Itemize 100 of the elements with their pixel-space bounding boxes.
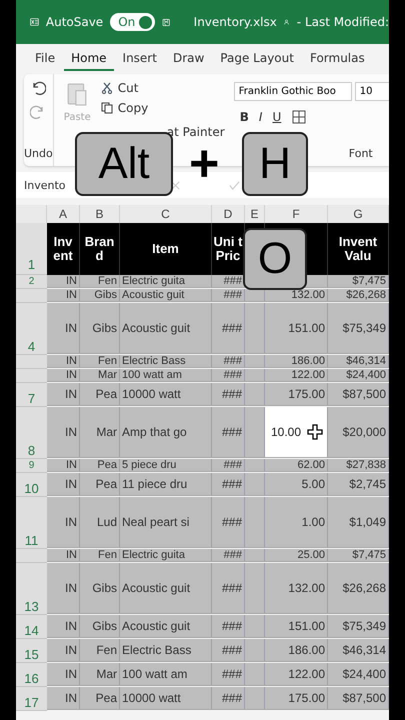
table-cell: $46,314: [342, 643, 386, 657]
table-cell: IN: [65, 667, 77, 681]
table-cell: 25.00: [297, 549, 325, 561]
table-cell: $75,349: [342, 619, 386, 633]
table-cell: 186.00: [288, 643, 325, 657]
column-header[interactable]: E: [245, 205, 265, 223]
table-cell: Electric Bass: [122, 643, 192, 657]
font-style-button[interactable]: I: [258, 110, 262, 124]
table-cell: 5.00: [302, 477, 325, 491]
row-number[interactable]: 1: [16, 223, 47, 275]
table-cell: Mar: [96, 667, 117, 681]
header-cell: Item: [120, 223, 212, 275]
name-box[interactable]: Invento: [16, 178, 66, 192]
table-cell: Fen: [96, 643, 117, 657]
column-header[interactable]: A: [47, 205, 80, 223]
table-cell: IN: [65, 425, 77, 439]
plus-sign: +: [189, 138, 220, 190]
table-cell: 62.00: [297, 459, 325, 471]
row-number[interactable]: 13: [16, 563, 47, 615]
table-cell: ###: [222, 477, 242, 491]
table-cell: Mar: [96, 425, 117, 439]
table-cell: 10.00: [271, 425, 302, 439]
table-cell: Pea: [96, 477, 117, 491]
table-cell: IN: [65, 387, 77, 401]
table-cell: ###: [222, 691, 242, 705]
table-cell: ###: [222, 387, 242, 401]
table-cell: Acoustic guit: [122, 619, 190, 633]
row-number[interactable]: 2: [16, 275, 47, 289]
font-name-dropdown[interactable]: Franklin Gothic Boo: [234, 82, 352, 101]
table-cell: Acoustic guit: [122, 321, 190, 335]
row-number[interactable]: 7: [16, 383, 47, 407]
row-number[interactable]: 9: [16, 459, 47, 473]
table-cell: ###: [222, 425, 242, 439]
table-cell: Gibs: [92, 619, 117, 633]
ribbon-tab[interactable]: File: [28, 47, 62, 71]
header-cell: Bran d: [80, 223, 120, 275]
table-cell: $27,838: [346, 459, 386, 471]
column-header[interactable]: C: [120, 205, 212, 223]
row-number[interactable]: 16: [16, 663, 47, 687]
row-number[interactable]: 14: [16, 615, 47, 639]
table-cell: Electric guita: [122, 275, 185, 287]
table-cell: Electric guita: [122, 549, 185, 561]
cut-button[interactable]: Cut: [100, 80, 225, 96]
copy-icon: [100, 102, 113, 114]
borders-icon[interactable]: [291, 109, 308, 125]
table-cell: Acoustic guit: [122, 581, 190, 595]
table-cell: ###: [222, 581, 242, 595]
autosave-toggle[interactable]: On: [110, 13, 156, 31]
scissors-icon: [100, 82, 113, 94]
column-header[interactable]: B: [80, 205, 120, 223]
table-cell: ###: [222, 643, 242, 657]
row-number[interactable]: 15: [16, 639, 47, 663]
table-cell: $87,500: [342, 691, 386, 705]
table-cell: $7,475: [352, 549, 386, 561]
font-size-dropdown[interactable]: 10: [354, 82, 389, 101]
key-cap: H: [242, 132, 308, 196]
table-cell: Acoustic guit: [122, 289, 184, 301]
table-cell: Fen: [98, 275, 117, 287]
font-style-button[interactable]: U: [272, 110, 282, 124]
table-cell: ###: [224, 289, 242, 301]
table-cell: 5 piece dru: [122, 459, 176, 471]
table-cell: $24,400: [342, 667, 386, 681]
copy-button[interactable]: Copy: [100, 100, 225, 116]
table-cell: ###: [224, 459, 242, 471]
table-cell: 100 watt am: [122, 369, 182, 381]
table-cell: 10000 watt: [122, 387, 181, 401]
ribbon-tab[interactable]: Formulas: [302, 47, 372, 71]
table-cell: 122.00: [291, 369, 325, 381]
table-cell: Gibs: [94, 289, 117, 301]
column-header[interactable]: F: [265, 205, 328, 223]
column-header[interactable]: D: [212, 205, 245, 223]
table-cell: 175.00: [288, 691, 325, 705]
font-style-button[interactable]: B: [240, 110, 249, 124]
column-header[interactable]: G: [328, 205, 389, 223]
row-number[interactable]: 10: [16, 473, 47, 497]
table-cell: $87,500: [342, 387, 386, 401]
table-cell: $24,400: [346, 369, 386, 381]
table-cell: Fen: [98, 549, 117, 561]
table-cell: IN: [65, 477, 77, 491]
table-cell: $26,268: [346, 289, 386, 301]
table-cell: ###: [224, 369, 242, 381]
table-cell: 122.00: [288, 667, 325, 681]
ribbon-tab[interactable]: Draw: [166, 47, 212, 71]
table-cell: 1.00: [302, 515, 325, 529]
row-number[interactable]: 4: [16, 303, 47, 355]
table-cell: Mar: [98, 369, 117, 381]
table-cell: 175.00: [288, 387, 325, 401]
ribbon-tab[interactable]: Insert: [116, 47, 164, 71]
table-cell: ###: [222, 321, 242, 335]
table-cell: $20,000: [342, 425, 386, 439]
table-cell: ###: [224, 355, 242, 367]
row-number[interactable]: 11: [16, 497, 47, 549]
header-cell: Uni t Pric: [212, 223, 245, 275]
last-modified-label: - Last Modified:: [296, 15, 389, 29]
ribbon-tab[interactable]: Home: [64, 47, 114, 71]
table-cell: IN: [66, 289, 77, 301]
ribbon-tab[interactable]: Page Layout: [213, 47, 301, 71]
check-icon[interactable]: [228, 180, 240, 190]
row-number[interactable]: 17: [16, 687, 47, 711]
row-number[interactable]: 8: [16, 407, 47, 459]
